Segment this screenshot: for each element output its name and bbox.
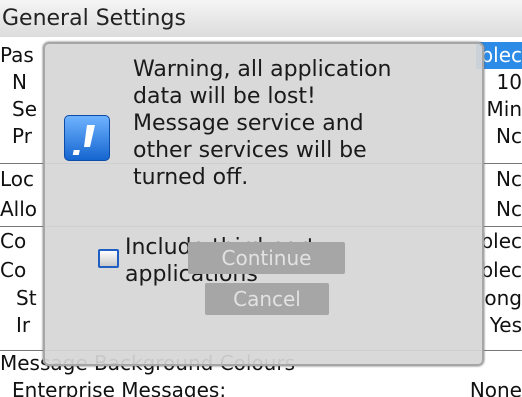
setting-value: blec	[480, 229, 522, 253]
warning-message: Warning, all application data will be lo…	[133, 56, 478, 191]
include-third-party-checkbox[interactable]	[98, 249, 119, 268]
setting-label: N	[12, 70, 27, 94]
setting-value: Min	[486, 97, 522, 121]
setting-value: Nc	[496, 124, 522, 148]
setting-value: Nc	[496, 167, 522, 191]
warning-message-line: other services will be	[133, 138, 367, 163]
general-settings-screen: General Settings Pas blec N 10 Se Min Pr…	[0, 0, 522, 397]
cancel-button[interactable]: Cancel	[205, 283, 329, 315]
warning-message-line: data will be lost!	[133, 84, 316, 109]
setting-value: ong	[484, 286, 522, 310]
setting-label: Pr	[12, 124, 32, 148]
setting-value: Yes	[489, 313, 522, 337]
setting-label: St	[16, 286, 37, 310]
setting-label: Allo	[0, 197, 38, 221]
setting-value: 10	[496, 70, 522, 94]
continue-button[interactable]: Continue	[188, 242, 345, 274]
warning-exclamation-icon	[64, 115, 110, 161]
warning-message-line: Warning, all application	[133, 57, 392, 82]
setting-label: Loc	[0, 167, 35, 191]
warning-message-line: Message service and	[133, 111, 364, 136]
settings-row-enterprise-messages[interactable]: Enterprise Messages: None	[0, 377, 522, 397]
setting-label: Ir	[16, 313, 31, 337]
setting-label: Se	[12, 97, 37, 121]
warning-dialog: Warning, all application data will be lo…	[43, 42, 484, 366]
setting-label: Co	[0, 229, 27, 253]
setting-label: Enterprise Messages:	[12, 378, 227, 397]
setting-label: Co	[0, 258, 27, 282]
setting-value: Nc	[496, 197, 522, 221]
warning-message-line: turned off.	[133, 165, 249, 190]
setting-value: None	[469, 378, 522, 397]
page-title: General Settings	[0, 0, 522, 37]
setting-value: blec	[480, 258, 522, 282]
setting-label: Pas	[0, 43, 34, 67]
